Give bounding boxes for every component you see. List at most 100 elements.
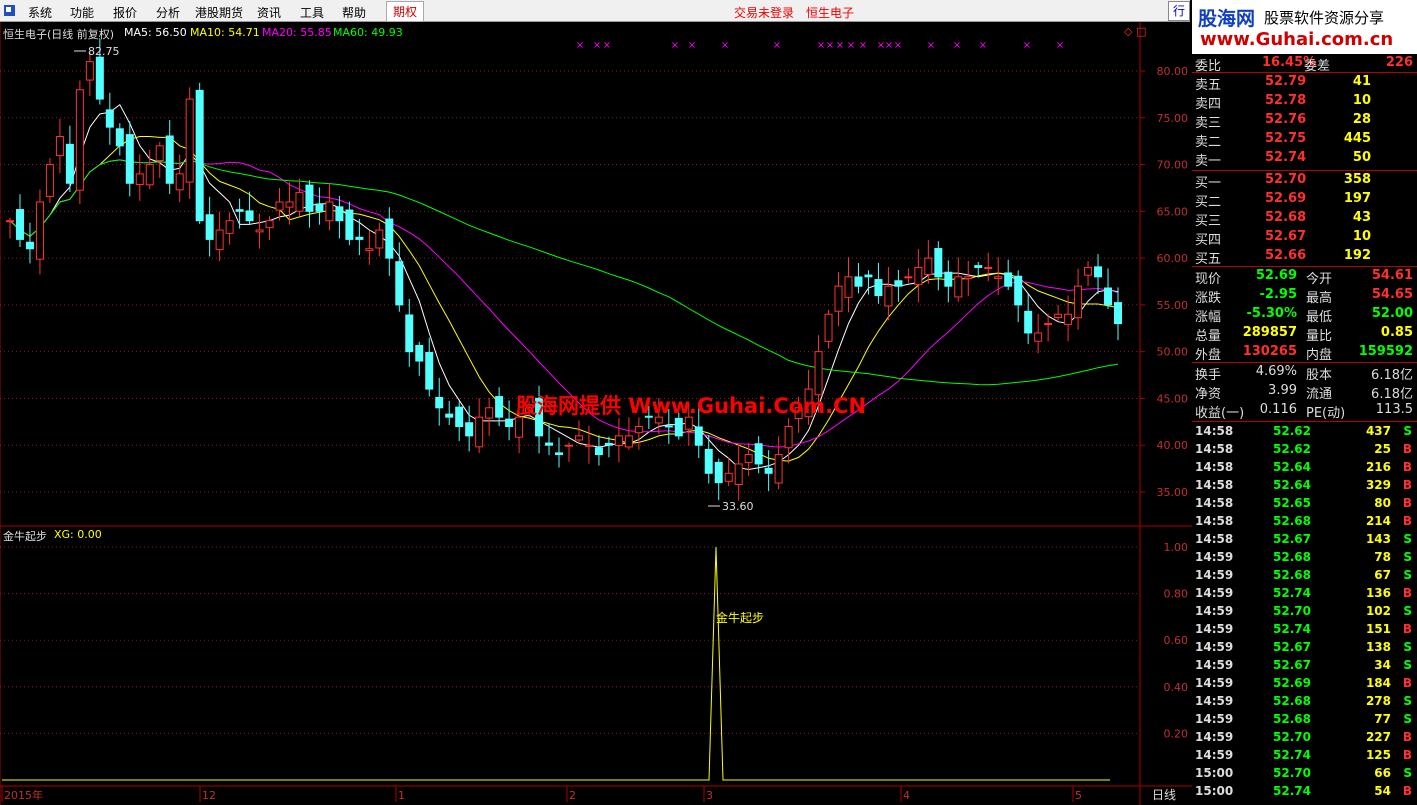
- candle-body: [185, 98, 194, 183]
- candle-body: [834, 285, 843, 312]
- candle-body: [365, 248, 374, 252]
- tick-direction: S: [1403, 658, 1412, 672]
- tick-direction: B: [1402, 676, 1412, 690]
- tick-price: 52.68: [1273, 568, 1311, 582]
- trade-button[interactable]: 行: [1168, 1, 1190, 21]
- tick-row: 14:59 52.70 102 S: [1192, 603, 1417, 621]
- stat-row: 外盘 130265 内盘 159592: [1192, 343, 1417, 363]
- tick-row: 14:59 52.68 77 S: [1192, 711, 1417, 729]
- signal-x-marker: ×: [847, 40, 855, 51]
- brand-url: www.Guhai.com.cn: [1200, 29, 1394, 50]
- candle-body: [545, 442, 554, 446]
- weibi-row: 委比 16.45% 委差 226: [1192, 54, 1417, 74]
- tick-row: 14:58 52.67 143 S: [1192, 531, 1417, 549]
- menu-quote[interactable]: 报价: [113, 4, 137, 21]
- brand-slogan: 股票软件资源分享: [1264, 9, 1385, 27]
- fund-label-2: 股本: [1306, 368, 1333, 383]
- candle-body: [55, 135, 64, 157]
- fund-value: 0.116: [1259, 402, 1297, 417]
- stat-value-2: 54.65: [1371, 287, 1413, 302]
- sell-level-label: 卖一: [1195, 154, 1222, 169]
- sell-price: 52.74: [1265, 150, 1307, 165]
- candle-body: [245, 210, 254, 222]
- menu-function[interactable]: 功能: [70, 4, 94, 21]
- x-tick-label: 12: [202, 789, 216, 802]
- signal-x-marker: ×: [576, 40, 584, 51]
- buy-price: 52.68: [1265, 210, 1307, 225]
- stat-value: 52.69: [1255, 268, 1297, 283]
- candle-body: [255, 229, 264, 233]
- indicator-title: 金牛起步: [3, 530, 47, 543]
- buy-volume: 358: [1343, 172, 1371, 187]
- tick-price: 52.70: [1273, 730, 1311, 744]
- candle-body: [1044, 323, 1053, 326]
- buy-volume: 197: [1343, 191, 1371, 206]
- candle-body: [884, 285, 893, 307]
- y-tick-label: 75.00: [1157, 112, 1189, 125]
- tick-volume: 278: [1365, 694, 1391, 708]
- y-tick-label: 65.00: [1157, 205, 1189, 218]
- sell-level-row: 卖三 52.76 28: [1192, 111, 1417, 131]
- tick-price: 52.70: [1273, 766, 1311, 780]
- tick-time: 14:59: [1195, 640, 1234, 654]
- sell-price: 52.75: [1265, 131, 1307, 146]
- menu-options[interactable]: 期权: [386, 1, 425, 22]
- tick-row: 14:59 52.68 78 S: [1192, 549, 1417, 567]
- stat-label-2: 最高: [1306, 291, 1333, 306]
- menu-system[interactable]: 系统: [28, 4, 52, 21]
- tick-direction: S: [1403, 424, 1412, 438]
- buy-level-label: 买四: [1195, 233, 1222, 248]
- stat-label: 涨幅: [1195, 310, 1222, 325]
- sell-price: 52.79: [1265, 74, 1307, 89]
- tick-row: 14:59 52.74 151 B: [1192, 621, 1417, 639]
- candle-body: [1104, 287, 1113, 306]
- signal-x-marker: ×: [1056, 40, 1064, 51]
- candle-body: [954, 276, 963, 298]
- login-status[interactable]: 交易未登录: [734, 4, 794, 21]
- menu-hk-futures[interactable]: 港股期货: [195, 4, 243, 21]
- candle-body: [35, 201, 44, 260]
- candle-body: [924, 257, 933, 276]
- stat-value: 289857: [1242, 325, 1297, 340]
- tick-price: 52.68: [1273, 712, 1311, 726]
- menu-help[interactable]: 帮助: [342, 4, 366, 21]
- stat-value: 130265: [1242, 344, 1297, 359]
- signal-x-marker: ×: [721, 40, 729, 51]
- fund-value-2: 6.18亿: [1371, 387, 1413, 402]
- tick-direction: S: [1403, 604, 1412, 618]
- fund-value-2: 113.5: [1375, 402, 1413, 417]
- candle-body: [664, 425, 673, 428]
- tick-direction: B: [1402, 478, 1412, 492]
- buy-level-row: 买四 52.67 10: [1192, 228, 1417, 248]
- tick-direction: B: [1402, 496, 1412, 510]
- sell-volume: 50: [1352, 150, 1371, 165]
- y-tick-label: 80.00: [1157, 65, 1189, 78]
- y-tick-label: 70.00: [1157, 159, 1189, 172]
- candle-body: [994, 276, 1003, 279]
- menu-bar: 系统 功能 报价 分析 港股期货 资讯 工具 帮助 期权 交易未登录 恒生电子 …: [0, 0, 1190, 22]
- tick-time: 14:58: [1195, 496, 1234, 510]
- tick-time: 14:58: [1195, 532, 1234, 546]
- candle-body: [435, 396, 444, 409]
- tick-time: 14:58: [1195, 460, 1234, 474]
- candle-body: [445, 413, 454, 418]
- menu-news[interactable]: 资讯: [257, 4, 281, 21]
- tick-row: 15:00 52.74 54 B: [1192, 783, 1417, 801]
- candle-body: [15, 209, 24, 240]
- x-tick-label: 3: [706, 789, 713, 802]
- tick-volume: 80: [1374, 496, 1391, 510]
- tick-volume: 214: [1365, 514, 1391, 528]
- signal-x-marker: ×: [979, 40, 987, 51]
- menu-tools[interactable]: 工具: [300, 4, 324, 21]
- candle-body: [694, 426, 703, 446]
- candle-body: [315, 203, 324, 212]
- tick-volume: 25: [1374, 442, 1391, 456]
- tick-volume: 54: [1374, 784, 1391, 798]
- tick-direction: S: [1403, 550, 1412, 564]
- buy-price: 52.66: [1265, 248, 1307, 263]
- ma60-label: MA60: 49.93: [333, 26, 403, 39]
- stat-label: 现价: [1195, 272, 1222, 287]
- menu-analysis[interactable]: 分析: [156, 4, 180, 21]
- candle-body: [964, 276, 973, 280]
- candle-body: [285, 201, 294, 208]
